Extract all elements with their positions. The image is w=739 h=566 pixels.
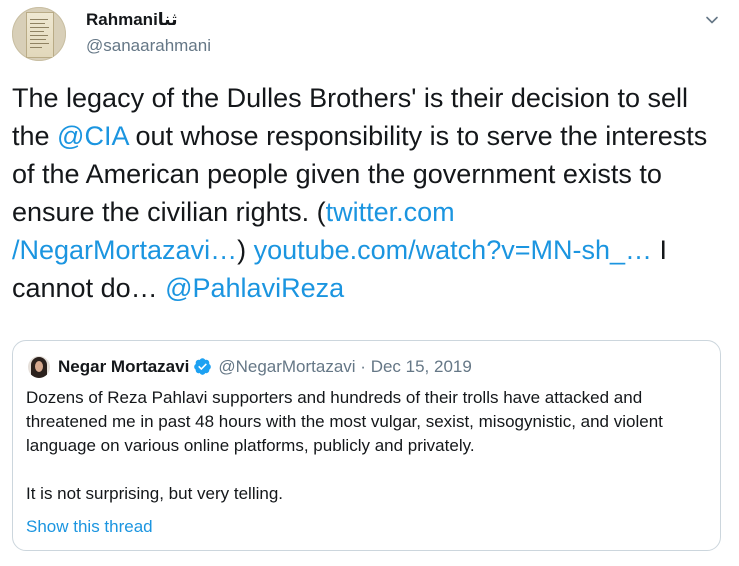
author-info: Rahmaniثنا @sanaarahmani <box>86 9 211 57</box>
quoted-tweet-paragraph: Dozens of Reza Pahlavi supporters and hu… <box>26 388 663 455</box>
quoted-tweet-card[interactable]: Negar Mortazavi @NegarMortazavi · Dec 15,… <box>12 340 721 551</box>
tweet-text-part: ) <box>237 235 254 265</box>
verified-badge-icon <box>193 357 212 382</box>
quoted-tweet-header: Negar Mortazavi @NegarMortazavi · Dec 15,… <box>58 356 472 382</box>
youtube-link[interactable]: youtube.com/watch?v=MN-sh_… <box>254 235 652 265</box>
quoted-tweet-paragraph: It is not surprising, but very telling. <box>26 484 284 503</box>
mention-pahlavi-link[interactable]: @PahlaviReza <box>165 273 344 303</box>
quoted-author-handle[interactable]: @NegarMortazavi <box>218 357 355 376</box>
show-thread-link[interactable]: Show this thread <box>26 516 153 538</box>
document-avatar-icon <box>26 12 54 58</box>
tweet: Rahmaniثنا @sanaarahmani The legacy of t… <box>0 0 739 566</box>
author-display-name[interactable]: Rahmaniثنا <box>86 9 211 31</box>
quoted-author-name[interactable]: Negar Mortazavi <box>58 357 189 376</box>
quoted-tweet-body: Dozens of Reza Pahlavi supporters and hu… <box>26 386 716 506</box>
mention-cia-link[interactable]: @CIA <box>57 121 128 151</box>
quoted-tweet-date[interactable]: Dec 15, 2019 <box>371 357 472 376</box>
tweet-text: The legacy of the Dulles Brothers' is th… <box>12 79 732 307</box>
quoted-author-avatar[interactable] <box>28 356 50 378</box>
chevron-down-icon[interactable] <box>701 9 723 31</box>
author-handle[interactable]: @sanaarahmani <box>86 35 211 57</box>
meta-separator: · <box>355 357 371 376</box>
author-avatar[interactable] <box>12 7 66 61</box>
